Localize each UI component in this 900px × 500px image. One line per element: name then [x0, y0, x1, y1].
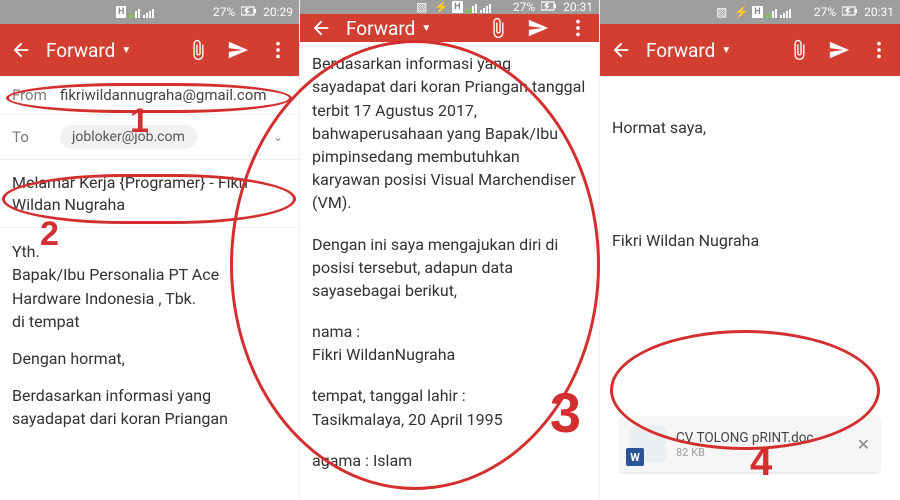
picture-icon: ▧: [416, 0, 427, 14]
picture-icon: ▧: [716, 5, 727, 19]
email-body[interactable]: Berdasarkan informasi yang sayadapat dar…: [300, 42, 599, 500]
send-icon[interactable]: [527, 17, 549, 39]
recipient-chip[interactable]: jobloker@job.com: [60, 125, 197, 149]
expand-recipients-icon[interactable]: ⌄: [269, 130, 287, 144]
battery-charging-icon: [842, 5, 858, 19]
attachment-filesize: 82 KB: [676, 446, 847, 459]
screen-title: Forward: [346, 17, 415, 40]
signal-icon: [129, 7, 140, 18]
attach-icon[interactable]: [487, 17, 509, 39]
battery-charging-icon: [241, 5, 257, 19]
from-value: fikriwildannugraha@gmail.com: [60, 86, 287, 104]
plug-icon: ⚡: [734, 5, 749, 19]
network-badge: H: [452, 1, 462, 13]
screenshot-pane-1: H 27% 20:29 Forward ▼: [0, 0, 300, 500]
signal-icon: [466, 2, 477, 13]
app-bar: Forward ▼: [0, 24, 299, 76]
battery-percent: 27%: [814, 5, 836, 19]
app-bar: Forward ▼: [300, 14, 599, 42]
from-label: From: [12, 86, 60, 104]
remove-attachment-icon[interactable]: ✕: [857, 435, 870, 454]
to-label: To: [12, 128, 60, 146]
screen-title-dropdown[interactable]: Forward ▼: [346, 17, 473, 40]
plug-icon: ⚡: [434, 0, 449, 14]
attachment-filename: CV TOLONG pRINT.doc: [676, 430, 847, 446]
to-field[interactable]: To jobloker@job.com ⌄: [0, 115, 299, 160]
attach-icon[interactable]: [187, 39, 209, 61]
screen-title: Forward: [646, 39, 715, 62]
back-arrow-icon[interactable]: [610, 39, 632, 61]
attachment-thumbnail: W: [630, 426, 666, 462]
signal-icon-2: [480, 2, 491, 13]
signal-icon-2: [780, 7, 791, 18]
battery-percent: 27%: [213, 5, 235, 19]
status-bar: ▧ ⚡ H 27% 20:31: [300, 0, 599, 14]
attachment-chip[interactable]: W CV TOLONG pRINT.doc 82 KB ✕: [620, 416, 880, 472]
battery-charging-icon: [541, 0, 557, 14]
network-badge: H: [752, 6, 762, 18]
back-arrow-icon[interactable]: [10, 39, 32, 61]
signal-icon-2: [143, 7, 154, 18]
clock: 20:31: [864, 5, 894, 19]
clock: 20:29: [263, 5, 293, 19]
battery-percent: 27%: [513, 0, 535, 14]
email-body[interactable]: Hormat saya, Fikri Wildan Nugraha: [600, 76, 900, 280]
overflow-menu-icon[interactable]: [868, 39, 890, 61]
screenshot-pane-2: ▧ ⚡ H 27% 20:31 Forward ▼: [300, 0, 600, 500]
caret-down-icon: ▼: [121, 45, 131, 56]
clock: 20:31: [563, 0, 593, 14]
app-bar: Forward ▼: [600, 24, 900, 76]
status-bar: H 27% 20:29: [0, 0, 299, 24]
signal-icon: [766, 7, 777, 18]
compose-content: From fikriwildannugraha@gmail.com To job…: [0, 76, 299, 500]
word-doc-badge: W: [626, 448, 644, 466]
caret-down-icon: ▼: [721, 45, 731, 56]
email-body[interactable]: Yth. Bapak/Ibu Personalia PT Ace Hardwar…: [0, 228, 299, 456]
from-field[interactable]: From fikriwildannugraha@gmail.com: [0, 76, 299, 115]
overflow-menu-icon[interactable]: [567, 17, 589, 39]
subject-field[interactable]: Melamar Kerja {Programer} - Fikri Wildan…: [0, 160, 299, 228]
screen-title-dropdown[interactable]: Forward ▼: [46, 39, 173, 62]
overflow-menu-icon[interactable]: [267, 39, 289, 61]
network-badge: H: [116, 6, 126, 18]
send-icon[interactable]: [828, 39, 850, 61]
screenshot-pane-3: ▧ ⚡ H 27% 20:31 Forward ▼: [600, 0, 900, 500]
screen-title-dropdown[interactable]: Forward ▼: [646, 39, 774, 62]
screen-title: Forward: [46, 39, 115, 62]
back-arrow-icon[interactable]: [310, 17, 332, 39]
caret-down-icon: ▼: [421, 23, 431, 34]
attach-icon[interactable]: [788, 39, 810, 61]
send-icon[interactable]: [227, 39, 249, 61]
status-bar: ▧ ⚡ H 27% 20:31: [600, 0, 900, 24]
